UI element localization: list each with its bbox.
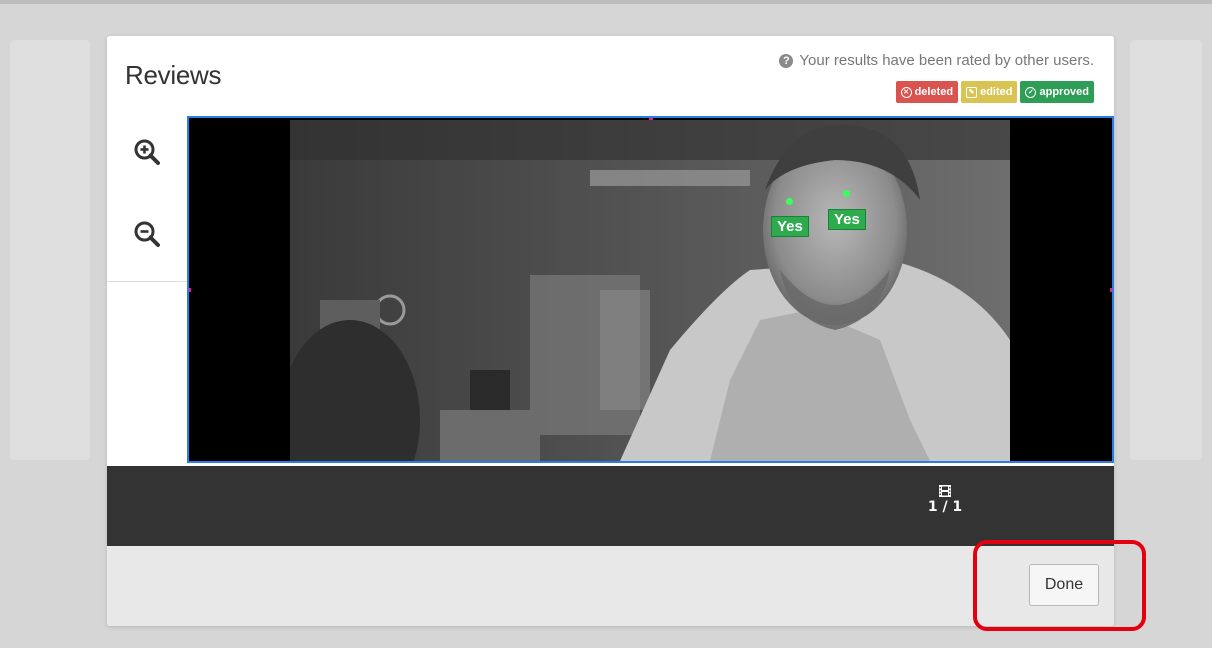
modal-title: Reviews [125,60,222,90]
frame-counter[interactable]: 1 / 1 [925,484,965,515]
camera-image: Yes Yes [290,120,1010,461]
rating-badges: ✕ deleted ✎ edited ✓ approved [895,81,1094,103]
modal-footer: Done [107,546,1114,626]
question-circle-icon: ? [779,53,794,68]
annotation-label[interactable]: Yes [771,216,809,237]
zoom-in-icon [134,139,160,165]
check-circle-icon: ✓ [1025,86,1037,98]
camera-image-graphic [290,120,1010,461]
badge-deleted-label: deleted [914,86,954,98]
times-circle-icon: ✕ [900,86,912,98]
rating-notice: ? Your results have been rated by other … [779,52,1094,69]
zoom-in-button[interactable] [129,134,165,170]
toolbar-divider [107,281,187,282]
badge-approved-label: approved [1039,86,1089,98]
rating-notice-text: Your results have been rated by other us… [799,52,1094,69]
eye-marker-right [843,190,850,197]
badge-deleted: ✕ deleted [895,81,959,103]
modal-header: Reviews ? Your results have been rated b… [107,36,1114,116]
film-icon [939,485,951,497]
eye-marker-left [786,198,793,205]
backdrop-panel-right [1130,40,1202,460]
badge-edited: ✎ edited [961,81,1018,103]
zoom-out-button[interactable] [129,216,165,252]
resize-handle-left[interactable] [189,288,191,292]
window-top-rule [0,0,1212,4]
badge-edited-label: edited [980,86,1013,98]
filmstrip-bar: 1 / 1 [107,466,1114,546]
zoom-toolbar [107,116,188,466]
badge-approved: ✓ approved [1020,81,1094,103]
image-frame[interactable]: Yes Yes [187,116,1114,463]
resize-handle-right[interactable] [1110,288,1112,292]
annotation-label[interactable]: Yes [828,209,866,230]
reviews-modal: Reviews ? Your results have been rated b… [107,36,1114,626]
frame-counter-text: 1 / 1 [927,499,963,515]
zoom-out-icon [134,221,160,247]
backdrop-panel-left [10,40,90,460]
edit-icon: ✎ [966,86,978,98]
image-viewer[interactable]: Yes Yes [187,116,1114,466]
done-button-highlight [973,540,1146,631]
